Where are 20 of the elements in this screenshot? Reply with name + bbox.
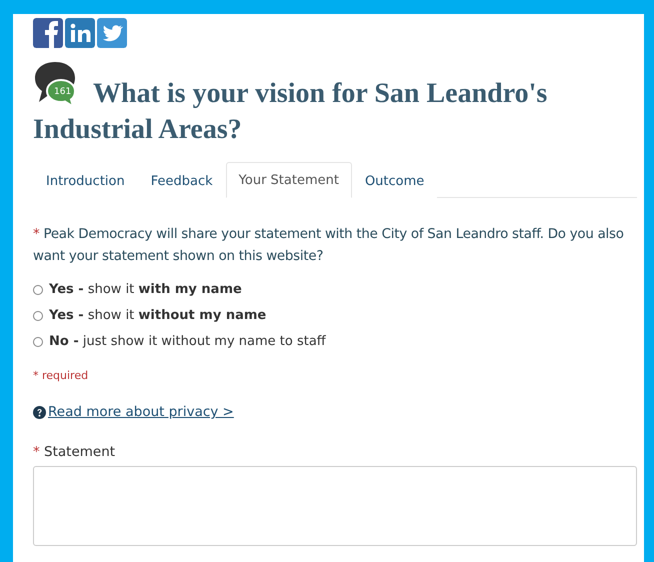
- statement-field[interactable]: [33, 466, 637, 546]
- bird-icon[interactable]: [97, 18, 127, 48]
- privacy-link[interactable]: Read more about privacy >: [48, 404, 234, 420]
- radio-button[interactable]: [33, 310, 43, 320]
- option-label[interactable]: No - just show it without my name to staff: [49, 334, 326, 349]
- option-label[interactable]: Yes - show it with my name: [49, 282, 242, 297]
- facebook-icon[interactable]: [33, 18, 63, 48]
- required-note: * required: [33, 369, 90, 382]
- question-text: * Peak Democracy will share your statement with the City of San Leandro staff. Do you also want your statement shown on this website?: [33, 226, 625, 266]
- linkedin-icon[interactable]: [65, 18, 95, 48]
- page-title: Industrial Areas?: [33, 113, 243, 147]
- field-label: Statement: [44, 444, 116, 460]
- tab[interactable]: Your Statement: [226, 162, 352, 198]
- help-icon: [33, 406, 46, 418]
- required-marker: *: [33, 444, 40, 460]
- radio-button[interactable]: [33, 284, 43, 294]
- option-label[interactable]: Yes - show it without my name: [49, 308, 266, 323]
- radio-button[interactable]: [33, 336, 43, 346]
- comment-count: 161: [54, 87, 72, 97]
- page-title: What is your vision for San Leandro's: [93, 78, 548, 109]
